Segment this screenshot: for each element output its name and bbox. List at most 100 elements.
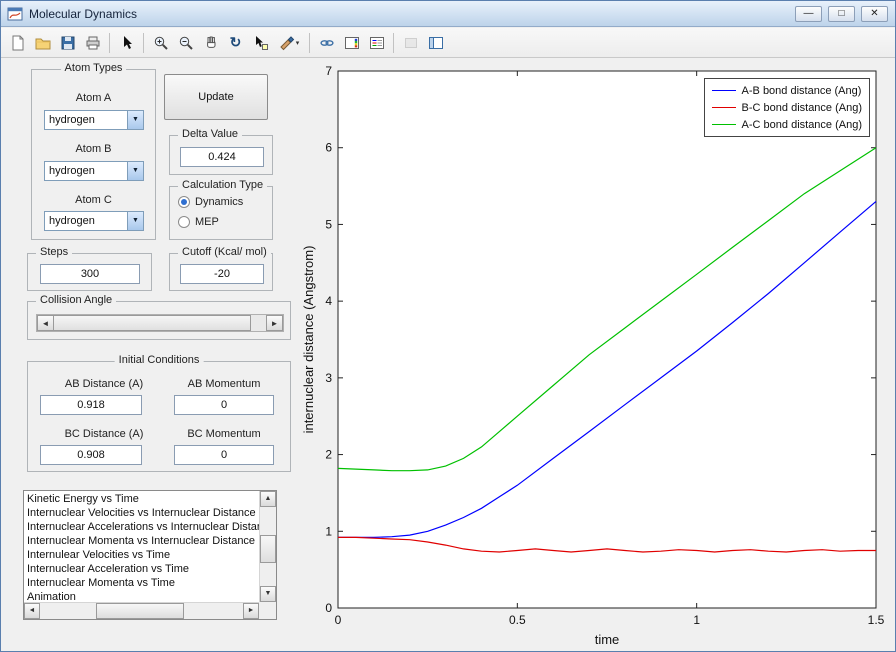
chevron-down-icon[interactable]: ▼ xyxy=(127,111,143,129)
open-folder-icon xyxy=(35,38,50,49)
plot-legend[interactable]: A-B bond distance (Ang) B-C bond distance… xyxy=(703,78,870,137)
print-figure-button[interactable] xyxy=(80,30,105,55)
atom-c-selected-value: hydrogen xyxy=(49,215,95,227)
svg-text:1.5: 1.5 xyxy=(868,613,885,627)
list-item[interactable]: Animation xyxy=(24,590,259,602)
open-file-button[interactable] xyxy=(30,30,55,55)
chevron-down-icon[interactable]: ▼ xyxy=(127,162,143,180)
atom-types-panel: Atom Types Atom A hydrogen ▼ Atom B hydr… xyxy=(31,62,156,240)
title-bar[interactable]: Molecular Dynamics — □ ✕ xyxy=(1,1,895,27)
maximize-button[interactable]: □ xyxy=(828,6,855,22)
insert-colorbar-icon xyxy=(344,36,359,49)
delta-value-field[interactable] xyxy=(180,147,264,167)
delta-value-panel-title: Delta Value xyxy=(178,128,243,140)
slider-thumb[interactable] xyxy=(53,315,251,331)
legend-entry[interactable]: A-B bond distance (Ang) xyxy=(711,83,862,98)
pan-button[interactable] xyxy=(198,30,223,55)
horizontal-scroll-thumb[interactable] xyxy=(96,603,184,619)
link-chain-icon xyxy=(319,39,334,46)
insert-legend-button[interactable] xyxy=(364,30,389,55)
slider-right-arrow-icon[interactable]: ► xyxy=(266,315,283,331)
rotate-3d-button[interactable]: ↻ xyxy=(223,30,248,55)
scroll-left-arrow-icon[interactable]: ◄ xyxy=(24,603,40,619)
insert-colorbar-button[interactable] xyxy=(339,30,364,55)
ab-momentum-label: AB Momentum xyxy=(187,378,261,390)
insert-legend-icon xyxy=(369,36,384,49)
app-window: Molecular Dynamics — □ ✕ ↻ ▾ Atom Types … xyxy=(0,0,896,652)
chevron-down-icon[interactable]: ▼ xyxy=(127,212,143,230)
zoom-in-button[interactable] xyxy=(148,30,173,55)
legend-label: B-C bond distance (Ang) xyxy=(741,101,862,114)
pan-hand-icon xyxy=(206,36,215,48)
bc-distance-field[interactable] xyxy=(40,445,142,465)
scroll-right-arrow-icon[interactable]: ► xyxy=(243,603,259,619)
plot-area[interactable]: 0 0.5 1 1.5 0 1 2 3 4 5 6 7 time internuclear distanc… xyxy=(301,63,893,651)
new-figure-button[interactable] xyxy=(5,30,30,55)
radio-circle-icon[interactable] xyxy=(178,216,190,228)
data-cursor-icon xyxy=(255,35,268,50)
atom-a-label: Atom A xyxy=(75,92,112,104)
update-button[interactable]: Update xyxy=(164,74,268,120)
list-item[interactable]: Internuclear Momenta vs Internuclear Dis… xyxy=(24,534,259,548)
initial-conditions-panel-title: Initial Conditions xyxy=(114,354,204,366)
legend-line-sample xyxy=(711,107,736,108)
cutoff-field[interactable] xyxy=(180,264,264,284)
atom-c-dropdown[interactable]: hydrogen ▼ xyxy=(44,211,144,231)
plot-list: Kinetic Energy vs Time Internuclear Veloc… xyxy=(24,492,259,602)
collision-angle-slider[interactable]: ◄ ► xyxy=(36,314,284,332)
hide-plot-tools-button[interactable] xyxy=(398,30,423,55)
toolbar-separator xyxy=(143,32,144,53)
scrollbar-corner xyxy=(259,602,276,619)
listbox-horizontal-scrollbar[interactable]: ◄ ► xyxy=(24,602,259,619)
zoom-out-button[interactable] xyxy=(173,30,198,55)
calculation-type-panel: Calculation Type Dynamics MEP xyxy=(169,179,273,240)
list-item[interactable]: Internulear Velocities vs Time xyxy=(24,548,259,562)
scroll-down-arrow-icon[interactable]: ▼ xyxy=(260,586,276,602)
data-cursor-button[interactable] xyxy=(248,30,273,55)
zoom-in-icon xyxy=(154,36,168,50)
figure-toolbar: ↻ ▾ xyxy=(1,28,895,58)
svg-text:6: 6 xyxy=(325,141,332,155)
brush-data-button[interactable]: ▾ xyxy=(273,30,305,55)
cutoff-panel: Cutoff (Kcal/ mol) xyxy=(169,246,273,291)
legend-entry[interactable]: A-C bond distance (Ang) xyxy=(711,117,862,132)
radio-circle-icon[interactable] xyxy=(178,196,190,208)
save-figure-button[interactable] xyxy=(55,30,80,55)
delta-value-panel: Delta Value xyxy=(169,128,273,175)
vertical-scroll-thumb[interactable] xyxy=(260,535,276,563)
show-plot-tools-button[interactable] xyxy=(423,30,448,55)
atom-a-dropdown[interactable]: hydrogen ▼ xyxy=(44,110,144,130)
toolbar-separator xyxy=(309,32,310,53)
legend-entry[interactable]: B-C bond distance (Ang) xyxy=(711,100,862,115)
list-item[interactable]: Kinetic Energy vs Time xyxy=(24,492,259,506)
steps-panel-title: Steps xyxy=(36,246,73,258)
listbox-vertical-scrollbar[interactable]: ▲ ▼ xyxy=(259,491,276,602)
brush-dropdown-caret-icon[interactable]: ▾ xyxy=(296,39,300,47)
minimize-button[interactable]: — xyxy=(795,6,822,22)
axes-canvas[interactable]: 0 0.5 1 1.5 0 1 2 3 4 5 6 7 time internuclear distanc… xyxy=(301,63,893,651)
atom-b-dropdown[interactable]: hydrogen ▼ xyxy=(44,161,144,181)
atom-c-label: Atom C xyxy=(75,194,112,206)
atom-a-selected-value: hydrogen xyxy=(49,114,95,126)
steps-field[interactable] xyxy=(40,264,140,284)
cutoff-panel-title: Cutoff (Kcal/ mol) xyxy=(178,246,271,258)
bc-momentum-field[interactable] xyxy=(174,445,274,465)
radio-mep-label: MEP xyxy=(195,216,219,228)
ab-momentum-field[interactable] xyxy=(174,395,274,415)
list-item[interactable]: Internuclear Accelerations vs Internucle… xyxy=(24,520,259,534)
list-item[interactable]: Internuclear Velocities vs Internuclear … xyxy=(24,506,259,520)
svg-text:7: 7 xyxy=(325,64,332,78)
collision-angle-panel: Collision Angle ◄ ► xyxy=(27,294,291,340)
close-button[interactable]: ✕ xyxy=(861,6,888,22)
link-plot-button[interactable] xyxy=(314,30,339,55)
radio-mep[interactable]: MEP xyxy=(178,216,219,228)
slider-left-arrow-icon[interactable]: ◄ xyxy=(37,315,54,331)
legend-line-sample xyxy=(711,90,736,91)
list-item[interactable]: Internuclear Acceleration vs Time xyxy=(24,562,259,576)
scroll-up-arrow-icon[interactable]: ▲ xyxy=(260,491,276,507)
list-item[interactable]: Internuclear Momenta vs Time xyxy=(24,576,259,590)
edit-plot-button[interactable] xyxy=(114,30,139,55)
ab-distance-field[interactable] xyxy=(40,395,142,415)
radio-dynamics[interactable]: Dynamics xyxy=(178,196,243,208)
plot-type-listbox[interactable]: Kinetic Energy vs Time Internuclear Veloc… xyxy=(23,490,277,620)
